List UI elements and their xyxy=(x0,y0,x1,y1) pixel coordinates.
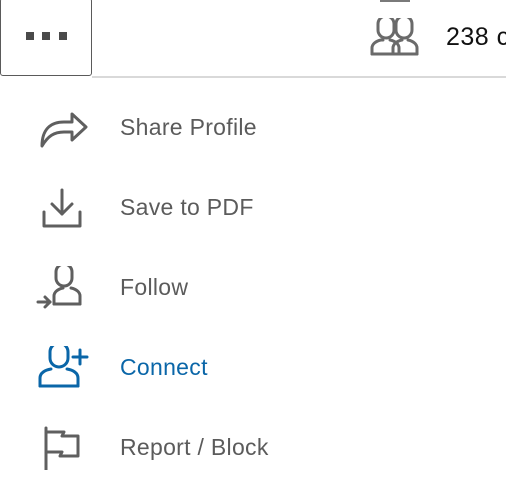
menu-item-connect[interactable]: Connect xyxy=(0,326,506,406)
add-person-icon xyxy=(38,346,89,388)
menu-item-label: Save to PDF xyxy=(120,194,254,220)
menu-item-save-to-pdf[interactable]: Save to PDF xyxy=(0,166,506,246)
profile-actions-bar: 238 c xyxy=(0,0,506,78)
divider xyxy=(92,76,506,78)
people-icon xyxy=(370,18,419,56)
menu-item-share-profile[interactable]: Share Profile xyxy=(0,86,506,166)
ellipsis-icon xyxy=(26,32,67,40)
menu-item-label: Connect xyxy=(120,354,208,380)
share-arrow-icon xyxy=(40,112,88,148)
connections-count-text: 238 c xyxy=(446,23,506,51)
flag-icon xyxy=(44,426,80,470)
menu-item-follow[interactable]: Follow xyxy=(0,246,506,326)
menu-item-label: Report / Block xyxy=(120,434,269,460)
follow-person-icon xyxy=(36,266,82,309)
download-icon xyxy=(42,188,82,228)
menu-item-label: Follow xyxy=(120,274,189,300)
top-edge-fragment xyxy=(380,0,410,2)
menu-item-label: Share Profile xyxy=(120,114,257,140)
menu-item-report-block[interactable]: Report / Block xyxy=(0,406,506,486)
more-actions-button[interactable] xyxy=(0,0,92,76)
